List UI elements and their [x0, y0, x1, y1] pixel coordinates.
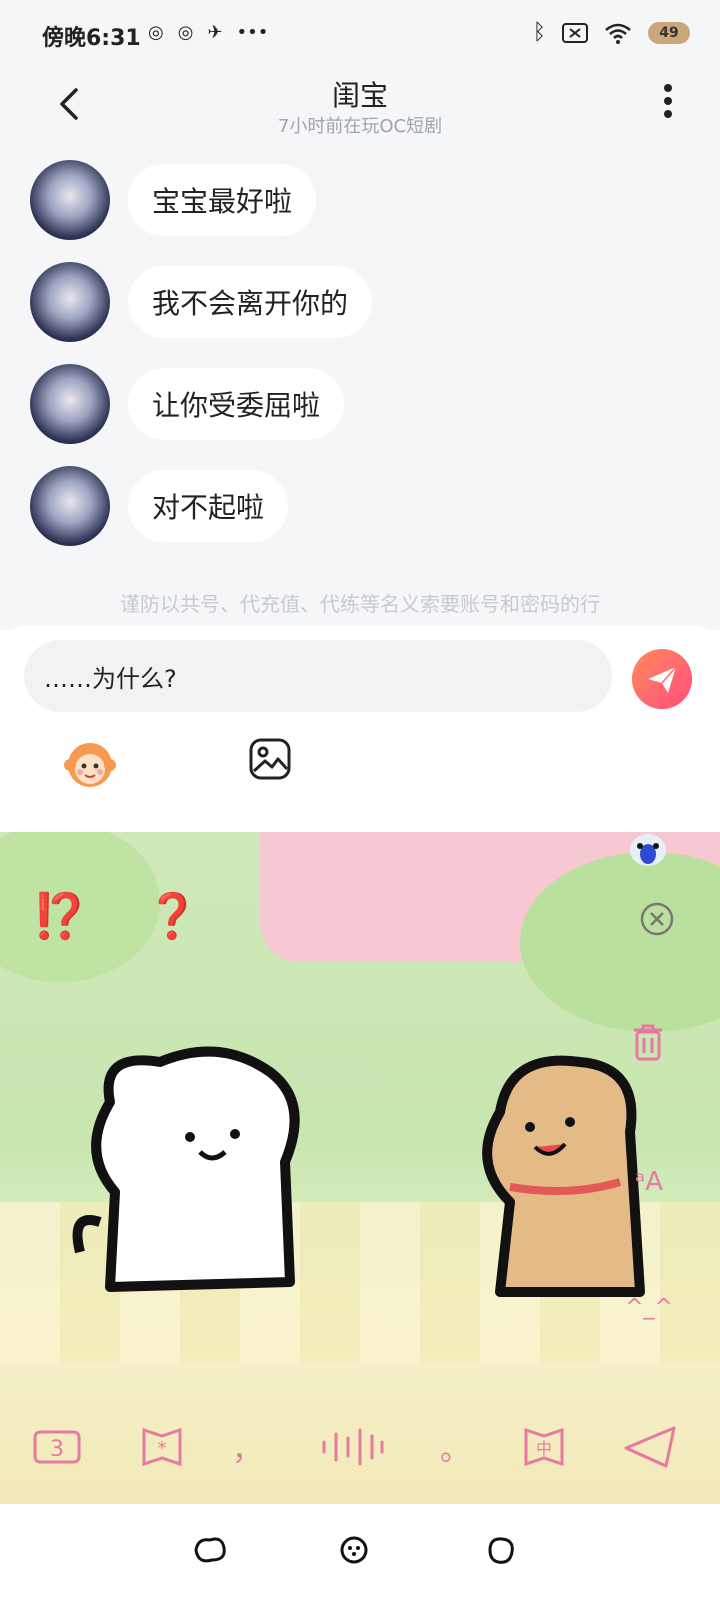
comma-key[interactable]: ， — [232, 1422, 262, 1472]
keyboard-send-icon[interactable] — [622, 1422, 678, 1472]
safety-notice: 谨防以共号、代充值、代练等名义索要账号和密码的行 — [120, 592, 600, 616]
space-voice-key-icon[interactable] — [318, 1422, 386, 1472]
send-button[interactable] — [632, 649, 692, 709]
message-bubble[interactable]: 我不会离开你的 — [128, 266, 373, 338]
delete-trash-icon[interactable] — [630, 1022, 666, 1062]
chat-subtitle: 7小时前在玩OC短剧 — [277, 116, 443, 137]
chat-header: 闺宝 7小时前在玩OC短剧 — [0, 70, 720, 150]
notification-more-icon: ••• — [236, 22, 269, 43]
notification-app-icon: ◎ — [148, 22, 164, 43]
nav-home-icon[interactable] — [336, 1534, 372, 1566]
system-navigation-bar — [0, 1504, 720, 1600]
image-picker-icon[interactable] — [248, 737, 292, 781]
avatar[interactable] — [30, 262, 110, 342]
chat-message-list[interactable]: 宝宝最好啦 我不会离开你的 让你受委屈啦 对不起啦 谨防以共号、代充值、代练等名… — [0, 150, 720, 630]
battery-indicator: 49 — [648, 21, 690, 44]
keyboard-panel: ⁉️ ❓ ᵃA ^_^ 3 * ， 。 中 — [0, 832, 720, 1504]
white-dog-illustration — [72, 1046, 300, 1292]
message-row: 让你受委屈啦 — [30, 364, 345, 444]
svg-text:3: 3 — [50, 1437, 64, 1462]
symbol-keyboard-icon[interactable]: * — [140, 1422, 184, 1472]
notification-app-icon: ✈ — [207, 22, 223, 43]
message-row: 对不起啦 — [30, 466, 289, 546]
status-time: 傍晚6:31 — [42, 26, 141, 51]
period-key[interactable]: 。 — [440, 1422, 470, 1472]
message-bubble[interactable]: 对不起啦 — [128, 470, 289, 542]
bluetooth-icon: ᛒ — [532, 20, 546, 45]
more-options-icon[interactable] — [656, 82, 680, 126]
sticker-monkey-icon[interactable] — [62, 735, 118, 791]
avatar[interactable] — [30, 364, 110, 444]
message-input[interactable]: ……为什么? — [24, 640, 612, 712]
status-bar: 傍晚6:31 ◎ ◎ ✈ ••• ᛒ 49 — [0, 0, 720, 70]
notification-app-icon: ◎ — [177, 22, 194, 43]
status-right: ᛒ 49 — [533, 20, 690, 45]
kaomoji-key[interactable]: ^_^ — [624, 1282, 674, 1332]
wifi-icon — [605, 23, 631, 44]
language-switch-icon[interactable]: 中 — [522, 1422, 566, 1472]
nav-back-icon[interactable] — [192, 1534, 228, 1566]
quick-symbol-interrobang[interactable]: ⁉️ — [32, 890, 87, 942]
avatar[interactable] — [30, 160, 110, 240]
keyboard-bottom-row: 3 * ， 。 中 — [0, 1422, 720, 1502]
svg-text:中: 中 — [536, 1439, 552, 1458]
quick-symbol-question[interactable]: ❓ — [145, 890, 200, 942]
no-sim-icon — [562, 22, 588, 43]
font-size-icon[interactable]: ᵃA — [624, 1157, 674, 1207]
message-composer: ……为什么? — [0, 625, 720, 820]
message-bubble[interactable]: 让你受委屈啦 — [128, 368, 345, 440]
svg-text:*: * — [158, 1438, 167, 1459]
nav-recents-icon[interactable] — [482, 1534, 518, 1566]
message-bubble[interactable]: 宝宝最好啦 — [128, 164, 317, 236]
chat-title: 闺宝 — [331, 79, 388, 112]
number-keyboard-icon[interactable]: 3 — [32, 1422, 82, 1472]
message-row: 我不会离开你的 — [30, 262, 373, 342]
keyboard-mascot-icon[interactable] — [628, 832, 668, 868]
message-row: 宝宝最好啦 — [30, 160, 317, 240]
avatar[interactable] — [30, 466, 110, 546]
close-circle-icon[interactable] — [640, 902, 674, 936]
notification-icons: ◎ ◎ ✈ ••• — [148, 22, 268, 43]
